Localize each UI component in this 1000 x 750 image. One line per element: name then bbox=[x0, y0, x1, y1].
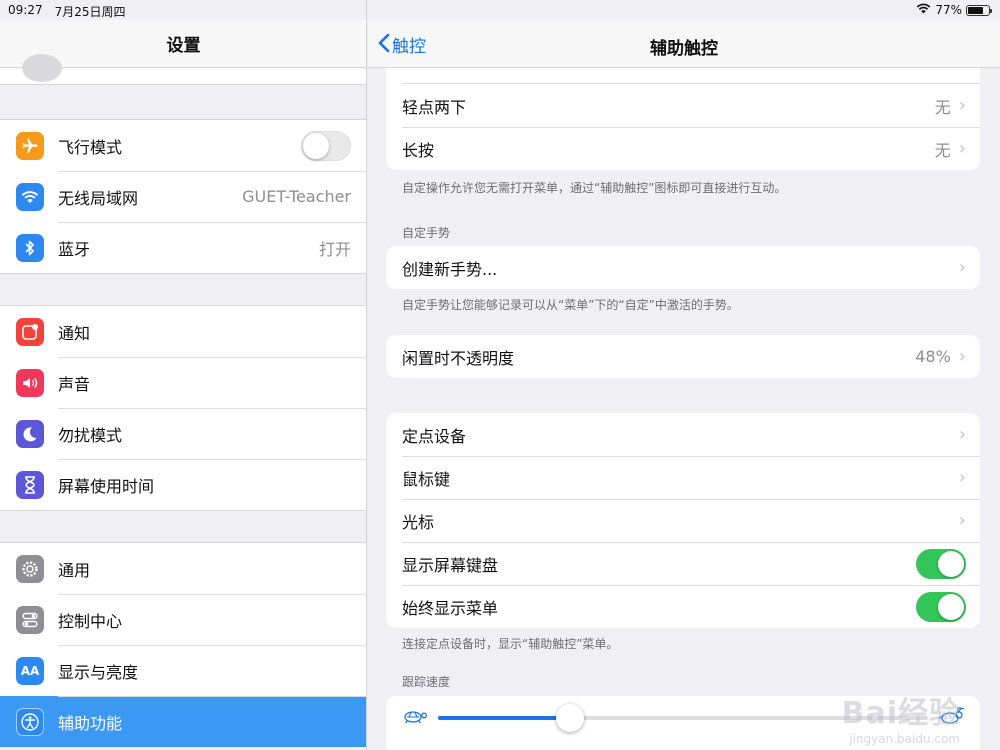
status-bar: 09:27 7月25日周四 77% bbox=[0, 0, 1000, 20]
chevron-right-icon: › bbox=[958, 257, 966, 278]
action-row-long-press[interactable]: 长按 无 › bbox=[386, 127, 980, 170]
chevron-right-icon: › bbox=[958, 510, 966, 531]
sidebar-item-accessibility[interactable]: 辅助功能 bbox=[0, 696, 366, 747]
show-onscreen-keyboard-row: 显示屏幕键盘 bbox=[386, 542, 980, 585]
avatar bbox=[22, 54, 62, 82]
assistive-touch-detail: 触控 辅助触控 轻点两下 无 › 长按 无 › 自定操作允许您无需打开菜单，通过… bbox=[368, 0, 1000, 750]
sidebar-item-general[interactable]: 通用 bbox=[0, 543, 366, 594]
sidebar-item-label: 勿扰模式 bbox=[58, 425, 123, 445]
wifi-icon bbox=[16, 182, 44, 211]
sidebar-item-do-not-disturb[interactable]: 勿扰模式 bbox=[0, 408, 366, 459]
sidebar-item-wifi[interactable]: 无线局域网 GUET-Teacher bbox=[0, 171, 366, 222]
sidebar-item-label: 通用 bbox=[58, 560, 91, 580]
idle-opacity-card: 闲置时不透明度 48% › bbox=[386, 335, 980, 378]
sidebar-item-display-brightness[interactable]: AA 显示与亮度 bbox=[0, 645, 366, 696]
airplane-icon bbox=[16, 131, 44, 160]
pointer-devices-row[interactable]: 定点设备 › bbox=[386, 413, 980, 456]
mouse-keys-row[interactable]: 鼠标键 › bbox=[386, 456, 980, 499]
row-label: 始终显示菜单 bbox=[402, 598, 499, 618]
sidebar-title: 设置 bbox=[166, 36, 201, 56]
sidebar-item-label: 蓝牙 bbox=[58, 239, 91, 259]
sidebar-item-label: 显示与亮度 bbox=[58, 662, 139, 682]
sidebar-item-label: 无线局域网 bbox=[58, 188, 139, 208]
chevron-right-icon: › bbox=[958, 346, 966, 367]
sidebar-item-label: 辅助功能 bbox=[58, 713, 123, 733]
scrolled-row bbox=[402, 68, 980, 84]
sidebar-item-label: 声音 bbox=[58, 374, 91, 394]
row-label: 创建新手势... bbox=[402, 259, 498, 279]
profile-row[interactable] bbox=[0, 54, 366, 85]
actions-footnote: 自定操作允许您无需打开菜单，通过“辅助触控”图标即可直接进行互动。 bbox=[402, 181, 787, 195]
wifi-network-name: GUET-Teacher bbox=[242, 187, 351, 206]
chevron-right-icon: › bbox=[958, 138, 966, 159]
moon-icon bbox=[16, 419, 44, 448]
detail-nav-bar: 触控 辅助触控 bbox=[368, 20, 1000, 68]
pointer-footnote: 连接定点设备时，显示“辅助触控”菜单。 bbox=[402, 637, 619, 651]
gestures-section-header: 自定手势 bbox=[402, 226, 451, 240]
turtle-icon bbox=[400, 708, 428, 728]
settings-group-general: 通用 控制中心 AA 显示与亮度 辅助功能 bbox=[0, 542, 366, 747]
settings-group-connectivity: 飞行模式 无线局域网 GUET-Teacher 蓝牙 打开 bbox=[0, 119, 366, 274]
sidebar-item-sounds[interactable]: 声音 bbox=[0, 357, 366, 408]
status-time: 09:27 bbox=[8, 3, 43, 17]
row-label: 轻点两下 bbox=[402, 97, 467, 117]
always-show-menu-row: 始终显示菜单 bbox=[386, 585, 980, 628]
custom-gestures-card: 创建新手势... › bbox=[386, 246, 980, 289]
create-gesture-row[interactable]: 创建新手势... › bbox=[386, 246, 980, 289]
settings-group-notifications: 通知 声音 勿扰模式 屏幕使用时间 bbox=[0, 305, 366, 511]
idle-opacity-row[interactable]: 闲置时不透明度 48% › bbox=[386, 335, 980, 378]
gestures-footnote: 自定手势让您能够记录可以从“菜单”下的“自定”中激活的手势。 bbox=[402, 298, 739, 312]
sidebar-item-label: 通知 bbox=[58, 323, 91, 343]
cursor-row[interactable]: 光标 › bbox=[386, 499, 980, 542]
chevron-right-icon: › bbox=[958, 95, 966, 116]
status-date: 7月25日周四 bbox=[54, 5, 126, 19]
always-show-menu-toggle[interactable] bbox=[916, 591, 966, 622]
idle-opacity-value: 48% bbox=[915, 347, 951, 366]
watermark-logo: Bai经验 bbox=[841, 696, 960, 731]
settings-sidebar: 设置 飞行模式 无线局域网 GUET-Teacher 蓝牙 打开 通知 声音 勿… bbox=[0, 0, 367, 750]
row-label: 显示屏幕键盘 bbox=[402, 555, 499, 575]
sidebar-item-bluetooth[interactable]: 蓝牙 打开 bbox=[0, 222, 366, 273]
sidebar-item-label: 控制中心 bbox=[58, 611, 123, 631]
switches-icon bbox=[16, 605, 44, 634]
sidebar-item-label: 飞行模式 bbox=[58, 137, 123, 157]
slider-thumb[interactable] bbox=[556, 703, 585, 732]
tracking-speed-header: 跟踪速度 bbox=[402, 675, 451, 689]
watermark-url: jingyan.baidu.com bbox=[849, 732, 960, 746]
text-size-icon: AA bbox=[16, 656, 44, 685]
speaker-icon bbox=[16, 368, 44, 397]
battery-percent: 77% bbox=[935, 3, 962, 17]
sidebar-item-control-center[interactable]: 控制中心 bbox=[0, 594, 366, 645]
page-title: 辅助触控 bbox=[650, 39, 718, 59]
sidebar-item-notifications[interactable]: 通知 bbox=[0, 306, 366, 357]
bluetooth-status: 打开 bbox=[318, 239, 351, 259]
row-value: 无 bbox=[934, 140, 951, 160]
action-row-double-tap[interactable]: 轻点两下 无 › bbox=[386, 84, 980, 127]
custom-actions-card: 轻点两下 无 › 长按 无 › bbox=[386, 68, 980, 170]
gear-icon bbox=[16, 554, 44, 583]
sidebar-item-airplane-mode[interactable]: 飞行模式 bbox=[0, 120, 366, 171]
bluetooth-icon bbox=[16, 233, 44, 262]
chevron-right-icon: › bbox=[958, 424, 966, 445]
row-value: 无 bbox=[934, 97, 951, 117]
accessibility-icon bbox=[16, 707, 44, 736]
airplane-mode-toggle[interactable] bbox=[301, 130, 351, 161]
notification-icon bbox=[16, 317, 44, 346]
battery-icon bbox=[966, 4, 992, 16]
row-label: 长按 bbox=[402, 140, 435, 160]
sidebar-item-label: 屏幕使用时间 bbox=[58, 476, 155, 496]
row-label: 定点设备 bbox=[402, 426, 467, 446]
chevron-right-icon: › bbox=[958, 467, 966, 488]
show-keyboard-toggle[interactable] bbox=[916, 548, 966, 579]
row-label: 闲置时不透明度 bbox=[402, 348, 515, 368]
hourglass-icon bbox=[16, 470, 44, 499]
sidebar-item-screen-time[interactable]: 屏幕使用时间 bbox=[0, 459, 366, 510]
row-label: 光标 bbox=[402, 512, 435, 532]
wifi-icon bbox=[916, 3, 931, 17]
row-label: 鼠标键 bbox=[402, 469, 451, 489]
pointer-devices-card: 定点设备 › 鼠标键 › 光标 › 显示屏幕键盘 始终显示菜单 bbox=[386, 413, 980, 628]
